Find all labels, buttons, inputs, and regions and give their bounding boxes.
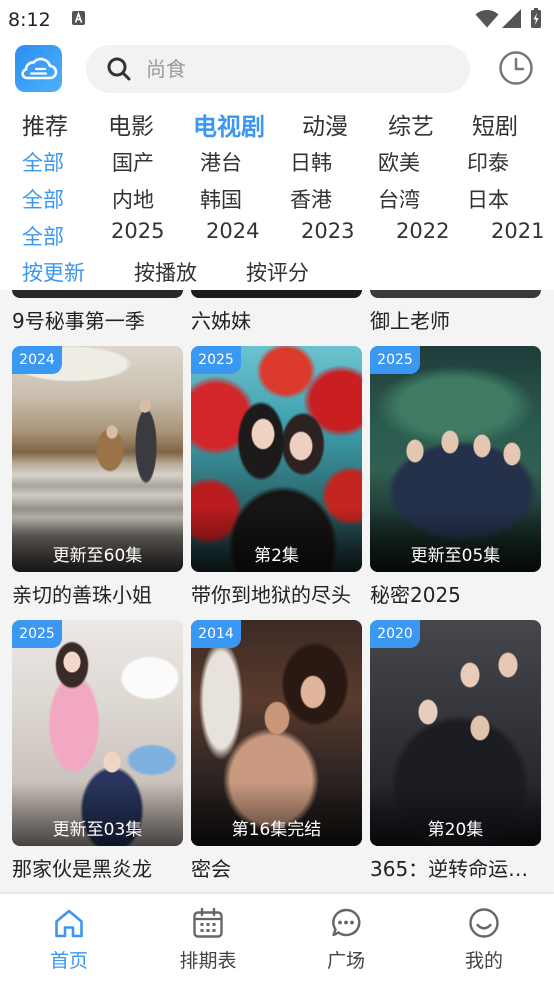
- year-badge: 2024: [12, 346, 62, 374]
- episode-status: 第2集: [254, 546, 299, 566]
- home-icon: [55, 909, 83, 938]
- tab-short-drama[interactable]: 短剧: [472, 111, 518, 143]
- year-badge: 2025: [12, 620, 62, 648]
- poster-image: 2024 更新至60集: [12, 346, 183, 572]
- drama-card[interactable]: 2024 更新至60集 亲切的善珠小姐: [12, 346, 183, 610]
- filter-area-option[interactable]: 韩国: [200, 186, 242, 214]
- filter-area-all[interactable]: 全部: [22, 186, 64, 214]
- poster-image: 2020 第20集: [370, 620, 541, 846]
- year-badge: 2020: [370, 620, 420, 648]
- wifi-icon: [475, 10, 499, 28]
- nav-label: 首页: [49, 950, 88, 972]
- drama-title: 带你到地狱的尽头: [191, 583, 351, 607]
- drama-card[interactable]: 御上老师: [370, 290, 541, 336]
- drama-title: 御上老师: [370, 309, 450, 333]
- drama-title: 密会: [191, 857, 231, 881]
- filter-year-option[interactable]: 2021: [491, 217, 544, 245]
- filter-region-option[interactable]: 印泰: [467, 149, 509, 177]
- drama-card[interactable]: 2025 第2集 带你到地狱的尽头: [191, 346, 362, 610]
- drama-card[interactable]: 2025 更新至03集 那家伙是黑炎龙: [12, 620, 183, 884]
- calendar-icon: [193, 907, 223, 938]
- smiley-icon: [469, 908, 499, 938]
- drama-card[interactable]: 六姊妹: [191, 290, 362, 336]
- poster-image: [370, 290, 541, 298]
- drama-title: 365：逆转命运…: [370, 857, 529, 881]
- filter-area-option[interactable]: 日本: [467, 186, 509, 214]
- filter-region-all[interactable]: 全部: [22, 149, 64, 177]
- year-badge: 2025: [191, 346, 241, 374]
- nav-label: 我的: [464, 950, 503, 972]
- nav-home[interactable]: 首页: [19, 894, 119, 986]
- signal-icon: [502, 9, 521, 28]
- episode-status: 第20集: [427, 820, 484, 840]
- filter-year-option[interactable]: 2025: [111, 217, 164, 245]
- tab-movies[interactable]: 电影: [108, 111, 154, 143]
- poster-image: [12, 290, 183, 298]
- episode-status: 更新至60集: [52, 546, 143, 566]
- filter-region-option[interactable]: 国产: [112, 149, 154, 177]
- search-bar[interactable]: [86, 45, 470, 93]
- poster-image: 2025 更新至03集: [12, 620, 183, 846]
- battery-charging-icon: [531, 8, 541, 28]
- episode-status: 第16集完结: [231, 820, 322, 840]
- episode-status: 更新至03集: [52, 820, 143, 840]
- filter-region-option[interactable]: 日韩: [290, 149, 332, 177]
- poster-image: 2014 第16集完结: [191, 620, 362, 846]
- clock-icon: [499, 51, 533, 85]
- drama-title: 六姊妹: [191, 309, 251, 333]
- year-badge: 2014: [191, 620, 241, 648]
- filter-year-option[interactable]: 2023: [301, 217, 354, 245]
- poster-image: 2025 更新至05集: [370, 346, 541, 572]
- filter-year-option[interactable]: 2022: [396, 217, 449, 245]
- nav-square[interactable]: 广场: [296, 894, 396, 986]
- status-time: 8:12: [8, 9, 51, 31]
- sort-by-rating[interactable]: 按评分: [246, 259, 309, 287]
- filter-area-option[interactable]: 内地: [112, 186, 154, 214]
- drama-title: 9号秘事第一季: [12, 309, 145, 333]
- drama-card[interactable]: 9号秘事第一季: [12, 290, 183, 336]
- sort-by-plays[interactable]: 按播放: [134, 259, 197, 287]
- search-input[interactable]: [146, 45, 446, 93]
- drama-title: 秘密2025: [370, 583, 461, 607]
- nav-label: 广场: [326, 950, 365, 972]
- filter-area-option[interactable]: 香港: [290, 186, 332, 214]
- tab-variety[interactable]: 综艺: [388, 111, 434, 143]
- history-button[interactable]: [498, 50, 534, 86]
- bottom-nav: 首页 排期表 广场 我的: [0, 893, 554, 986]
- year-badge: 2025: [370, 346, 420, 374]
- drama-title: 那家伙是黑炎龙: [12, 857, 152, 881]
- poster-image: [191, 290, 362, 298]
- status-bar: 8:12: [0, 0, 554, 40]
- drama-card[interactable]: 2014 第16集完结 密会: [191, 620, 362, 884]
- drama-card[interactable]: 2020 第20集 365：逆转命运…: [370, 620, 541, 884]
- filter-region-option[interactable]: 欧美: [378, 149, 420, 177]
- filter-region-option[interactable]: 港台: [200, 149, 242, 177]
- sort-by-update[interactable]: 按更新: [22, 259, 85, 287]
- tab-recommend[interactable]: 推荐: [22, 111, 68, 143]
- nav-label: 排期表: [179, 950, 237, 972]
- poster-image: 2025 第2集: [191, 346, 362, 572]
- drama-card[interactable]: 2025 更新至05集 秘密2025: [370, 346, 541, 610]
- nav-profile[interactable]: 我的: [434, 894, 534, 986]
- notification-a-icon: [72, 11, 85, 25]
- tab-anime[interactable]: 动漫: [302, 111, 348, 143]
- filter-year-all[interactable]: 全部: [22, 223, 64, 251]
- drama-grid[interactable]: 9号秘事第一季 六姊妹 御上老师 2024 更新至60集 亲切的善珠小姐 202…: [0, 290, 554, 893]
- cloud-logo-icon: [15, 45, 62, 92]
- drama-title: 亲切的善珠小姐: [12, 583, 152, 607]
- nav-schedule[interactable]: 排期表: [158, 894, 258, 986]
- filter-year-option[interactable]: 2024: [206, 217, 259, 245]
- filter-area-option[interactable]: 台湾: [378, 186, 420, 214]
- chat-bubble-icon: [332, 908, 361, 937]
- search-icon: [107, 57, 131, 81]
- episode-status: 更新至05集: [410, 546, 501, 566]
- tab-tv-series[interactable]: 电视剧: [193, 111, 265, 143]
